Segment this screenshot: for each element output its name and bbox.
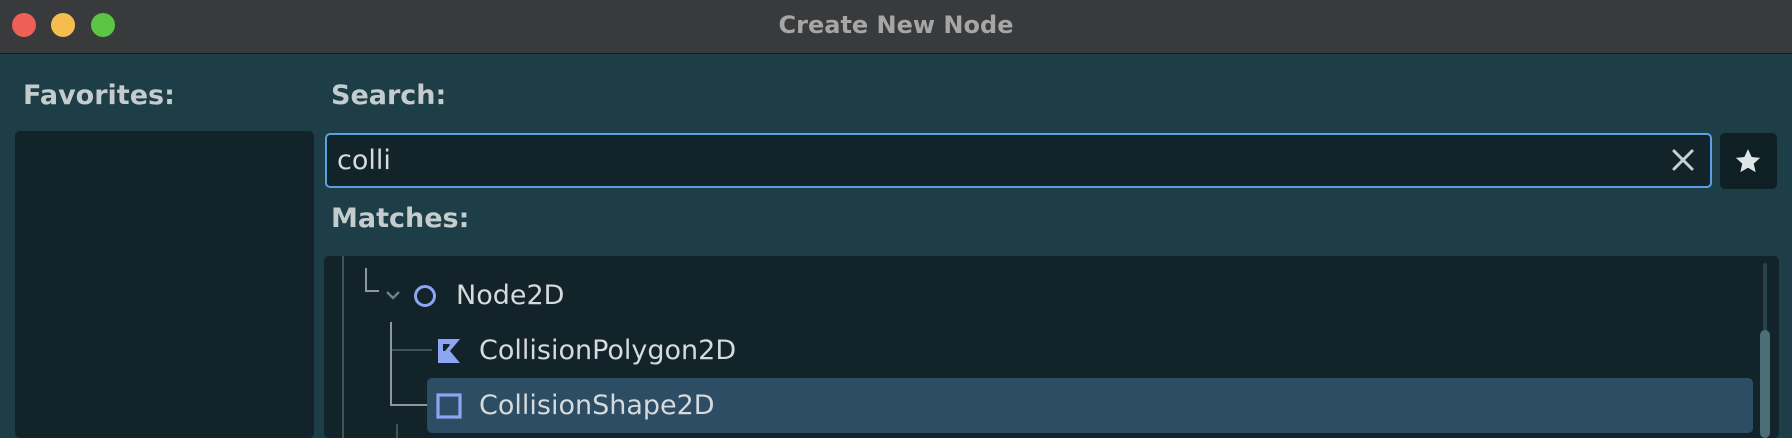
matches-tree[interactable]: Node2D CollisionPolygon2D CollisionShape… xyxy=(324,256,1779,438)
tree-item-label: CollisionPolygon2D xyxy=(479,335,737,366)
tree-guide-line xyxy=(390,404,432,406)
tree-guide-line xyxy=(390,322,392,406)
star-icon xyxy=(1735,149,1761,173)
collision-polygon-icon xyxy=(438,339,460,363)
search-input[interactable]: colli xyxy=(325,133,1712,188)
close-icon xyxy=(1672,149,1694,171)
tree-item-collisionshape2d[interactable]: CollisionShape2D xyxy=(427,378,1753,433)
favorite-toggle-button[interactable] xyxy=(1720,133,1777,189)
search-label: Search: xyxy=(331,80,447,111)
tree-guide-line xyxy=(365,290,379,292)
tree-guide-line xyxy=(342,256,344,438)
clear-search-button[interactable] xyxy=(1668,145,1698,175)
matches-label: Matches: xyxy=(331,203,470,234)
tree-guide-line xyxy=(365,268,367,292)
node2d-circle-icon xyxy=(414,285,436,307)
tree-item-label: Node2D xyxy=(456,280,565,311)
search-input-value: colli xyxy=(337,145,391,176)
favorites-list[interactable] xyxy=(15,131,314,438)
title-bar: Create New Node xyxy=(0,0,1792,54)
tree-guide-line xyxy=(392,349,432,351)
window-title: Create New Node xyxy=(778,11,1014,39)
favorites-label: Favorites: xyxy=(23,80,175,111)
tree-guide-line xyxy=(396,424,398,438)
chevron-down-icon[interactable] xyxy=(384,288,402,302)
tree-item-label: CollisionShape2D xyxy=(479,390,715,421)
matches-scrollbar-thumb[interactable] xyxy=(1760,330,1770,438)
tree-item-collisionpolygon2d[interactable]: CollisionPolygon2D xyxy=(434,323,834,378)
collision-shape-icon xyxy=(436,393,462,419)
tree-item-node2d[interactable]: Node2D xyxy=(384,268,584,323)
